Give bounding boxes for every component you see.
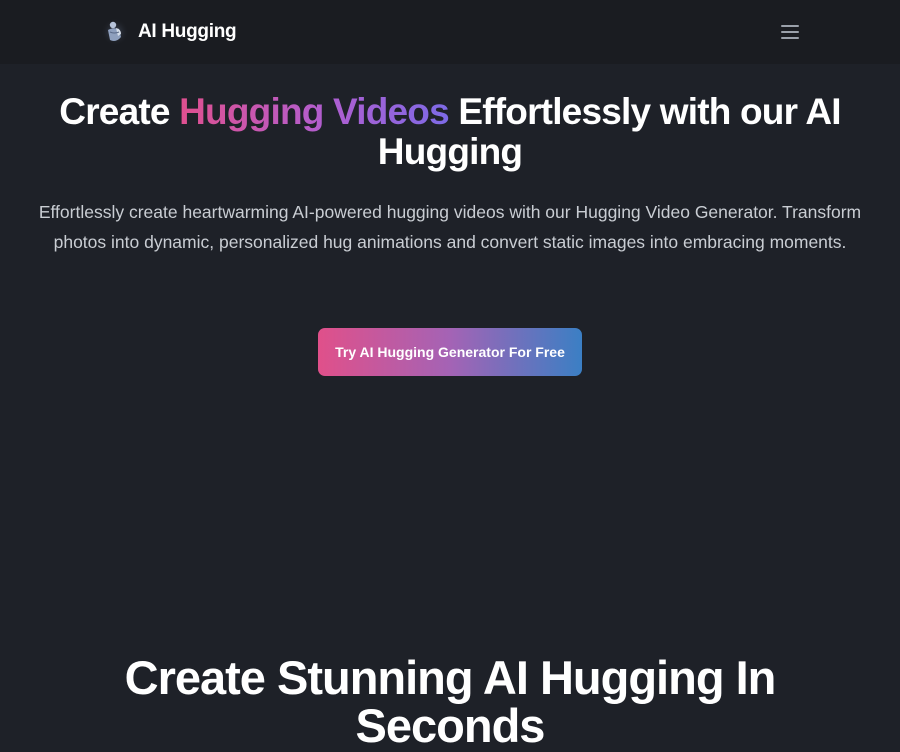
top-navbar: AI Hugging — [0, 0, 900, 64]
menu-button[interactable] — [774, 20, 806, 44]
brand-name: AI Hugging — [138, 21, 237, 42]
hamburger-menu-icon-bar — [781, 31, 799, 33]
hero-description: Effortlessly create heartwarming AI-powe… — [38, 202, 862, 252]
hero-title: Create Hugging Videos Effortlessly with … — [0, 92, 900, 172]
hamburger-menu-icon — [781, 25, 799, 27]
section-title: Create Stunning AI Hugging In Seconds — [124, 651, 777, 752]
hamburger-menu-icon-bar — [781, 37, 799, 39]
brand-link[interactable]: AI Hugging — [100, 16, 237, 48]
try-generator-button[interactable]: Try AI Hugging Generator For Free — [318, 328, 582, 376]
hero-title-highlight: Hugging Videos — [179, 91, 450, 132]
hero-section: Create Hugging Videos Effortlessly with … — [0, 92, 900, 257]
hug-figure-logo-icon — [101, 18, 129, 46]
hero-title-part1: Create — [59, 91, 180, 132]
